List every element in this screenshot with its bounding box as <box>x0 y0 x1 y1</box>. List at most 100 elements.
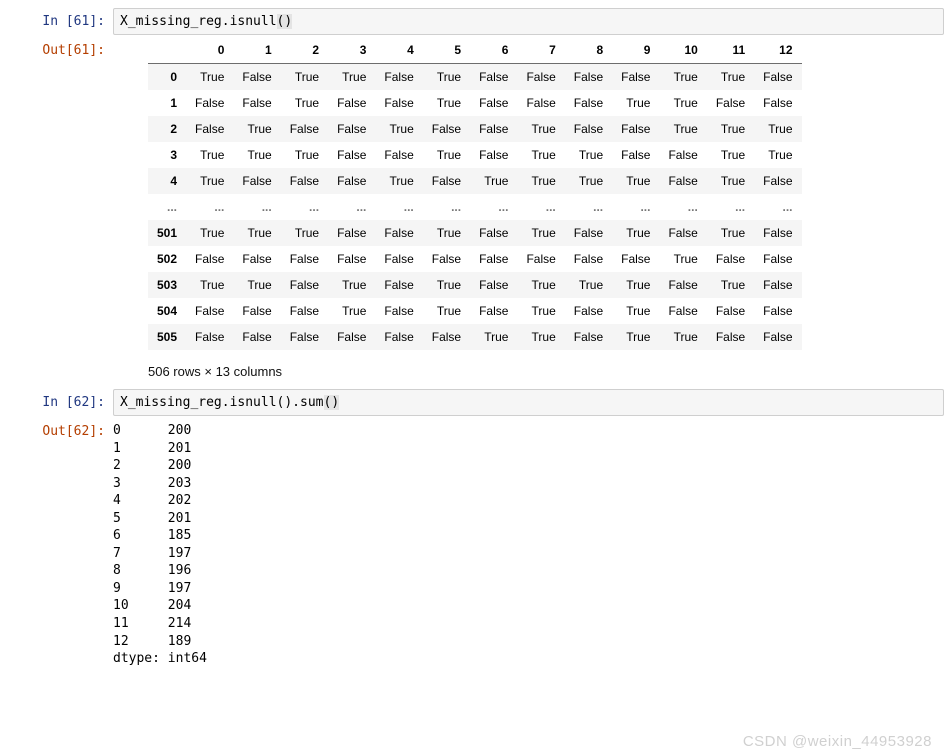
text-output: 0 200 1 201 2 200 3 203 4 202 5 201 6 18… <box>113 418 944 668</box>
cell-value: False <box>328 116 375 142</box>
cell-value: True <box>328 272 375 298</box>
cell: Out[62]:0 200 1 201 2 200 3 203 4 202 5 … <box>0 418 944 668</box>
cell-value: False <box>423 168 470 194</box>
cell-value: True <box>186 272 233 298</box>
cell-value: True <box>707 220 754 246</box>
row-index: 1 <box>148 90 186 116</box>
column-header: 9 <box>612 37 659 64</box>
cell-value: False <box>423 324 470 350</box>
cell-value: False <box>659 272 706 298</box>
cell-value: False <box>423 116 470 142</box>
output-prompt: Out[62]: <box>0 418 113 668</box>
cell-body: X_missing_reg.isnull().sum() <box>113 389 944 416</box>
cell-value: False <box>375 64 422 91</box>
cell-value: True <box>375 168 422 194</box>
cell-value: False <box>281 116 328 142</box>
cell-value: True <box>186 64 233 91</box>
cell-value: False <box>707 298 754 324</box>
table-row: 503TrueTrueFalseTrueFalseTrueFalseTrueTr… <box>148 272 802 298</box>
cell-value: True <box>470 168 517 194</box>
cell-value: False <box>328 246 375 272</box>
column-header: 7 <box>517 37 564 64</box>
cell-value: True <box>186 220 233 246</box>
code-cell[interactable]: X_missing_reg.isnull().sum() <box>113 389 944 416</box>
cell-value: False <box>186 116 233 142</box>
table-header-row: 0123456789101112 <box>148 37 802 64</box>
cell-value: ... <box>328 194 375 220</box>
cell-value: False <box>186 90 233 116</box>
cell-value: ... <box>375 194 422 220</box>
cell-value: True <box>423 220 470 246</box>
column-header: 5 <box>423 37 470 64</box>
table-row: 3TrueTrueTrueFalseFalseTrueFalseTrueTrue… <box>148 142 802 168</box>
cell-value: False <box>328 90 375 116</box>
cell-value: False <box>233 324 280 350</box>
cell-value: False <box>186 324 233 350</box>
column-header: 0 <box>186 37 233 64</box>
cell-value: False <box>470 64 517 91</box>
dataframe-table: 01234567891011120TrueFalseTrueTrueFalseT… <box>148 37 802 350</box>
cell-value: False <box>375 324 422 350</box>
cell-value: False <box>328 220 375 246</box>
cell-value: False <box>565 64 612 91</box>
cell-value: True <box>233 272 280 298</box>
cell-value: True <box>186 168 233 194</box>
code-cell[interactable]: X_missing_reg.isnull() <box>113 8 944 35</box>
cell-value: True <box>233 220 280 246</box>
column-header: 10 <box>659 37 706 64</box>
column-header: 4 <box>375 37 422 64</box>
code-text: X_missing_reg.isnull().sum <box>120 395 324 410</box>
cell-body: X_missing_reg.isnull() <box>113 8 944 35</box>
cell-value: False <box>470 272 517 298</box>
cell-value: False <box>754 272 801 298</box>
cell-value: False <box>328 324 375 350</box>
cell-value: False <box>565 220 612 246</box>
cell-value: False <box>612 116 659 142</box>
cell-value: ... <box>517 194 564 220</box>
cell-value: True <box>281 220 328 246</box>
cell-value: False <box>612 142 659 168</box>
cell: Out[61]:01234567891011120TrueFalseTrueTr… <box>0 37 944 387</box>
cell-value: ... <box>186 194 233 220</box>
cell-value: False <box>659 298 706 324</box>
cell-value: ... <box>565 194 612 220</box>
cell-value: False <box>565 90 612 116</box>
cell-value: ... <box>612 194 659 220</box>
cell-value: False <box>375 90 422 116</box>
cell-value: False <box>565 298 612 324</box>
cell-value: True <box>517 298 564 324</box>
cell-value: ... <box>754 194 801 220</box>
row-index: 0 <box>148 64 186 91</box>
table-row: 504FalseFalseFalseTrueFalseTrueFalseTrue… <box>148 298 802 324</box>
cell-value: True <box>423 142 470 168</box>
cell-value: ... <box>423 194 470 220</box>
cell-value: False <box>659 168 706 194</box>
input-prompt: In [61]: <box>0 8 113 35</box>
cell-value: True <box>517 116 564 142</box>
cell-value: True <box>707 116 754 142</box>
cell-value: True <box>423 90 470 116</box>
cell-value: False <box>565 324 612 350</box>
cell-value: False <box>470 298 517 324</box>
table-row: 2FalseTrueFalseFalseTrueFalseFalseTrueFa… <box>148 116 802 142</box>
cell-value: True <box>375 116 422 142</box>
cell-value: True <box>612 220 659 246</box>
cell-value: False <box>754 246 801 272</box>
cell-value: True <box>707 64 754 91</box>
cell-value: True <box>281 64 328 91</box>
row-index: 4 <box>148 168 186 194</box>
cell-value: False <box>233 168 280 194</box>
cell-value: True <box>659 246 706 272</box>
cell-value: True <box>612 298 659 324</box>
cell-value: False <box>281 298 328 324</box>
cell-value: False <box>470 246 517 272</box>
cell-value: False <box>470 90 517 116</box>
column-header: 8 <box>565 37 612 64</box>
dataframe-meta: 506 rows × 13 columns <box>148 350 944 387</box>
cell-value: False <box>707 324 754 350</box>
cell-value: True <box>328 64 375 91</box>
cell-value: True <box>470 324 517 350</box>
cell-value: True <box>659 324 706 350</box>
cell-value: True <box>517 272 564 298</box>
cell-value: False <box>375 142 422 168</box>
